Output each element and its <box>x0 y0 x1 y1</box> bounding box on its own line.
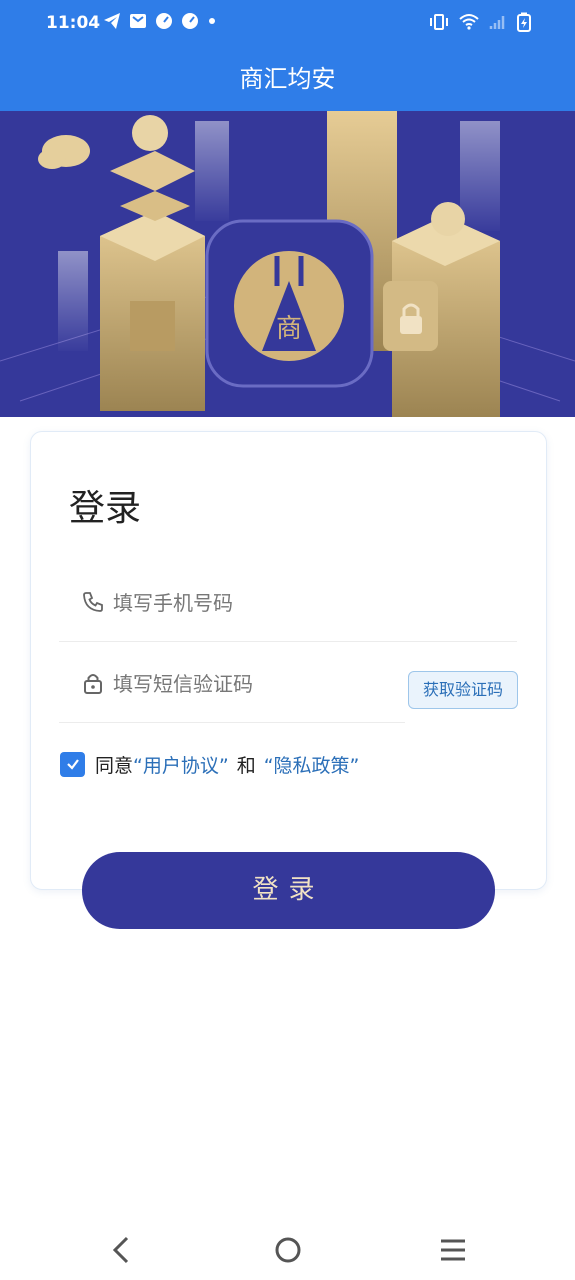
telegram-icon <box>104 13 120 29</box>
login-heading: 登录 <box>69 488 142 529</box>
navigation-bar <box>0 1220 575 1280</box>
phone-field <box>59 562 517 642</box>
dot-icon <box>209 18 215 24</box>
get-code-button[interactable]: 获取验证码 <box>408 671 518 709</box>
and-text: 和 <box>236 754 256 777</box>
speedometer-icon <box>156 13 172 29</box>
menu-icon[interactable] <box>435 1234 471 1266</box>
agreement-checkbox[interactable] <box>60 751 85 777</box>
privacy-policy-link[interactable]: “隐私政策” <box>264 751 360 778</box>
app-title: 商汇均安 <box>239 65 336 93</box>
agreement-row: 同意 “用户协议” 和 “隐私政策” <box>60 751 359 777</box>
battery-charging-icon <box>517 12 531 32</box>
home-icon[interactable] <box>270 1234 306 1266</box>
speedometer-icon <box>182 13 198 29</box>
status-time: 11:04 <box>46 13 101 33</box>
mail-icon <box>130 14 146 28</box>
system-icons <box>429 12 531 32</box>
city-illustration: 商 <box>0 111 575 417</box>
login-button[interactable]: 登录 <box>82 852 495 929</box>
app-bar: 商汇均安 <box>0 48 575 111</box>
wifi-icon <box>459 14 479 30</box>
login-card: 登录 获取验证码 同意 “用户协议” 和 “隐私政策” <box>30 431 547 890</box>
user-agreement-link[interactable]: “用户协议” <box>133 751 229 778</box>
agree-prefix: 同意 <box>95 754 134 777</box>
vibrate-icon <box>430 14 448 30</box>
code-field <box>59 643 405 723</box>
notification-icons <box>103 12 217 30</box>
code-input[interactable] <box>113 667 393 701</box>
check-icon <box>66 759 79 770</box>
banner-illustration: 商 <box>0 111 575 417</box>
status-bar: 11:04 <box>0 0 575 48</box>
logo-char: 商 <box>276 314 302 344</box>
lock-icon <box>84 674 102 694</box>
phone-input[interactable] <box>113 586 393 620</box>
back-icon[interactable] <box>103 1234 139 1266</box>
phone-icon <box>83 592 103 612</box>
signal-icon <box>489 16 505 29</box>
